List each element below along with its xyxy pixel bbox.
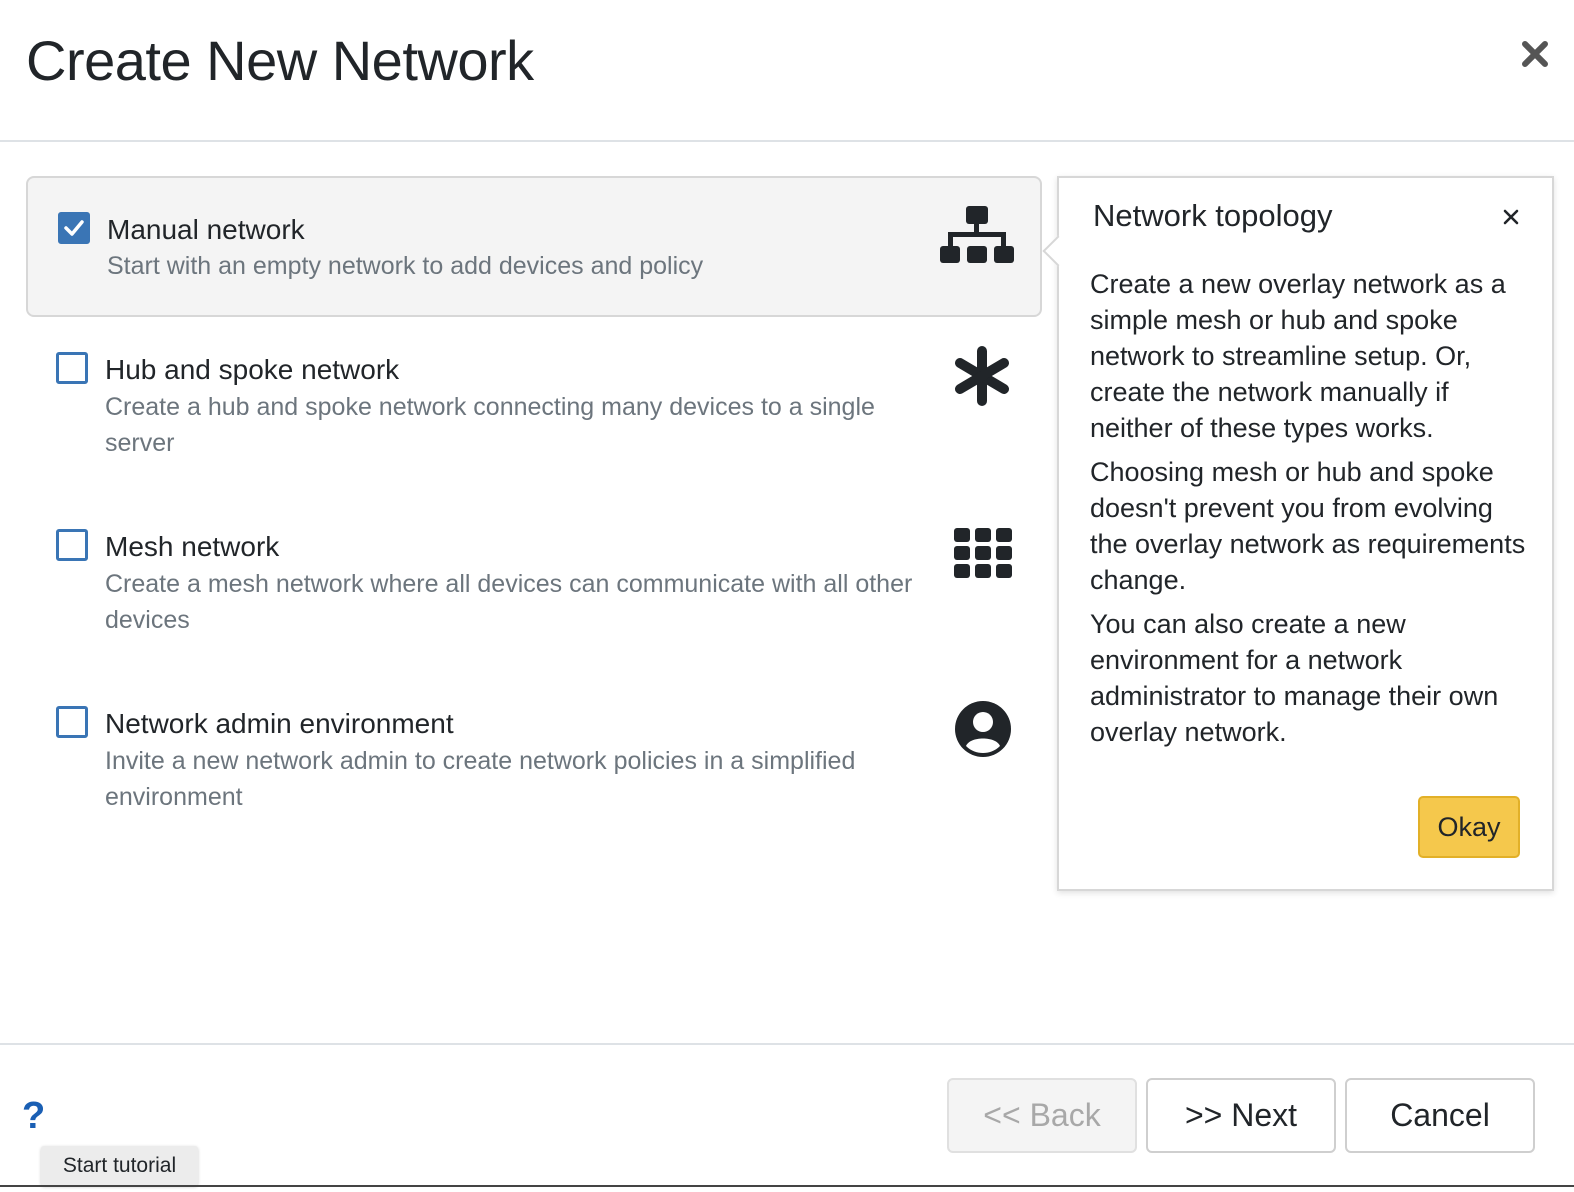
- option-description: Invite a new network admin to create net…: [105, 747, 856, 811]
- user-circle-icon: [955, 701, 1011, 757]
- check-icon: [64, 220, 84, 236]
- option-title: Network admin environment: [105, 708, 454, 739]
- popover-title: Network topology: [1093, 198, 1333, 233]
- close-icon: [1503, 209, 1519, 225]
- option-hub-and-spoke-network[interactable]: Hub and spoke network Create a hub and s…: [26, 335, 1042, 495]
- sitemap-icon: [940, 206, 1014, 263]
- popover-arrow: [1042, 235, 1074, 267]
- option-description: Start with an empty network to add devic…: [107, 252, 704, 280]
- footer-divider: [0, 1043, 1574, 1045]
- popover-paragraph: You can also create a new environment fo…: [1090, 609, 1499, 747]
- option-title: Hub and spoke network: [105, 354, 400, 385]
- cancel-button[interactable]: Cancel: [1345, 1078, 1535, 1153]
- option-description: Create a hub and spoke network connectin…: [105, 393, 875, 457]
- option-manual-network[interactable]: Manual network Start with an empty netwo…: [26, 176, 1042, 317]
- help-icon[interactable]: ?: [22, 1096, 52, 1136]
- mesh-network-checkbox[interactable]: [56, 529, 88, 561]
- close-dialog-button[interactable]: [1515, 34, 1555, 74]
- modal-header: Create New Network: [0, 0, 1574, 142]
- next-button[interactable]: >> Next: [1146, 1078, 1336, 1153]
- okay-button[interactable]: Okay: [1418, 796, 1520, 858]
- manual-network-checkbox[interactable]: [58, 212, 90, 244]
- option-mesh-network[interactable]: Mesh network Create a mesh network where…: [26, 512, 1042, 672]
- popover-paragraph: Create a new overlay network as a simple…: [1090, 269, 1506, 443]
- back-button[interactable]: << Back: [947, 1078, 1137, 1153]
- popover-close-button[interactable]: [1502, 208, 1520, 226]
- network-admin-checkbox[interactable]: [56, 706, 88, 738]
- popover-body: Create a new overlay network as a simple…: [1090, 266, 1530, 758]
- window-bottom-edge: [0, 1185, 1574, 1187]
- hub-and-spoke-checkbox[interactable]: [56, 352, 88, 384]
- option-description: Create a mesh network where all devices …: [105, 570, 913, 634]
- option-network-admin-environment[interactable]: Network admin environment Invite a new n…: [26, 689, 1042, 849]
- asterisk-icon: [955, 346, 1009, 406]
- dialog-title: Create New Network: [26, 29, 534, 92]
- network-topology-popover: Network topology Create a new overlay ne…: [1042, 176, 1554, 891]
- close-icon: [1522, 41, 1548, 67]
- option-title: Manual network: [107, 214, 305, 245]
- option-title: Mesh network: [105, 531, 280, 562]
- grid-icon: [954, 528, 1012, 578]
- start-tutorial-tooltip: Start tutorial: [41, 1146, 198, 1186]
- popover-paragraph: Choosing mesh or hub and spoke doesn't p…: [1090, 457, 1526, 595]
